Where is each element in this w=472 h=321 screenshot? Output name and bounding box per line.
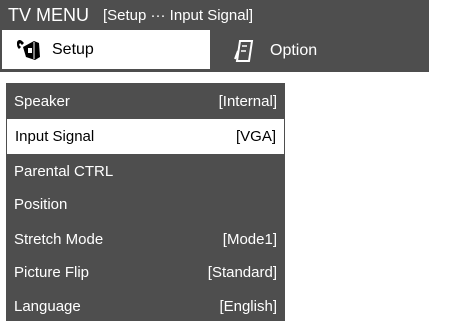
tab-option[interactable]: Option bbox=[212, 30, 429, 71]
menu-title-bar: TV MENU [Setup ··· Input Signal] bbox=[0, 0, 429, 30]
menu-item-value: [Standard] bbox=[207, 264, 277, 281]
menu-item-stretch-mode[interactable]: Stretch Mode [Mode1] bbox=[6, 222, 285, 257]
menu-item-picture-flip[interactable]: Picture Flip [Standard] bbox=[6, 255, 285, 290]
tab-option-label: Option bbox=[270, 41, 318, 59]
tab-setup-label: Setup bbox=[52, 40, 94, 58]
menu-item-value: [Mode1] bbox=[222, 231, 277, 248]
menu-item-label: Input Signal bbox=[15, 128, 95, 145]
tab-bar: Setup Option bbox=[0, 30, 429, 72]
menu-item-value: [Internal] bbox=[218, 93, 277, 110]
menu-item-language[interactable]: Language [English] bbox=[6, 289, 285, 321]
menu-title: TV MENU bbox=[8, 4, 89, 25]
tab-setup[interactable]: Setup bbox=[0, 30, 212, 71]
option-icon bbox=[232, 38, 260, 64]
menu-item-label: Parental CTRL bbox=[14, 163, 114, 180]
setup-icon bbox=[14, 37, 42, 63]
menu-item-label: Stretch Mode bbox=[14, 231, 104, 248]
menu-item-position[interactable]: Position bbox=[6, 187, 285, 222]
menu-item-input-signal[interactable]: Input Signal [VGA] bbox=[7, 119, 284, 154]
menu-item-parental-ctrl[interactable]: Parental CTRL bbox=[6, 154, 285, 189]
breadcrumb: [Setup ··· Input Signal] bbox=[103, 6, 254, 24]
menu-item-label: Position bbox=[14, 196, 68, 213]
menu-item-label: Picture Flip bbox=[14, 264, 90, 281]
menu-item-speaker[interactable]: Speaker [Internal] bbox=[6, 84, 285, 119]
setup-menu-list: Speaker [Internal] Input Signal [VGA] Pa… bbox=[6, 83, 285, 321]
menu-item-value: [VGA] bbox=[235, 128, 276, 145]
menu-item-label: Speaker bbox=[14, 93, 70, 110]
menu-item-label: Language bbox=[14, 298, 81, 315]
menu-item-value: [English] bbox=[219, 298, 277, 315]
